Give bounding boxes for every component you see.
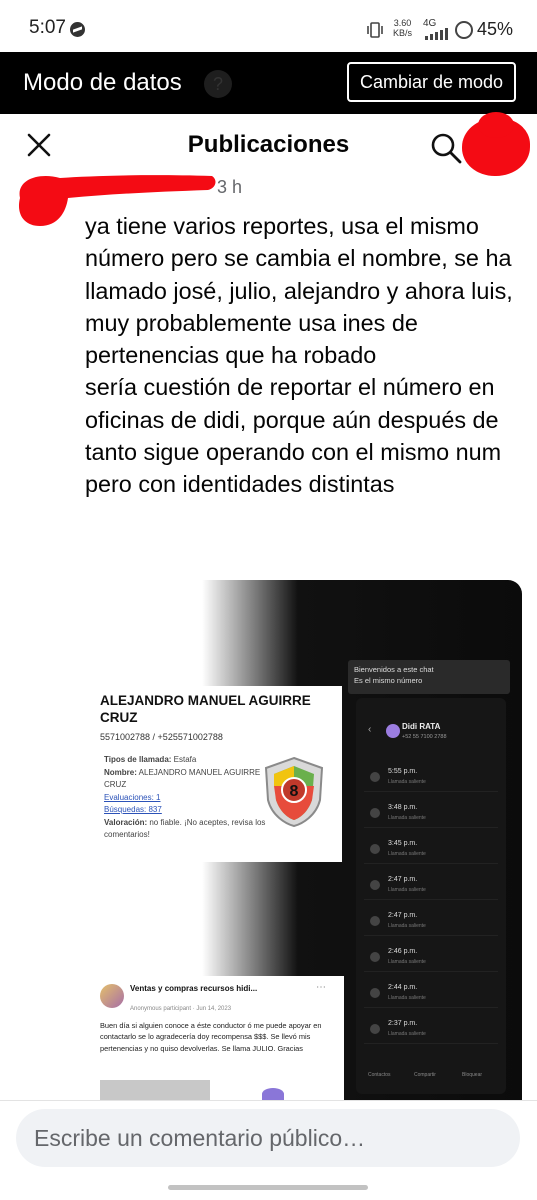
call-time: 2:47 p.m. [388,912,418,919]
caller-phones: 5571002788 / +525571002788 [100,732,223,742]
score-shield-icon: 8 [264,756,324,828]
call-type: Llamada saliente [388,815,426,821]
image-thumbnail [262,1088,284,1100]
searches-link: Búsquedas: 837 [104,805,162,814]
search-icon[interactable] [430,132,462,164]
call-row: 2:47 p.m. Llamada saliente [364,908,498,936]
contact-name: Didi RATA [402,722,441,731]
group-avatar [100,984,124,1008]
call-time: 3:45 p.m. [388,840,418,847]
call-row: 2:47 p.m. Llamada saliente [364,872,498,900]
valuation-label: Valoración: [104,817,148,827]
call-time: 2:47 p.m. [388,876,418,883]
battery-level: 45% [477,19,514,39]
messenger-icon [70,22,85,37]
nav-share: Compartir [414,1072,436,1078]
help-icon[interactable]: ? [204,70,232,98]
call-type: Llamada saliente [388,1031,426,1037]
status-bar: 5:07 3.60 KB/s 4G 45% [0,0,537,52]
call-outgoing-icon [370,952,380,962]
call-row: 3:48 p.m. Llamada saliente [364,800,498,828]
comment-bar [0,1100,537,1200]
ratings-link: Evaluaciones: 1 [104,792,161,802]
post-body-text: ya tiene varios reportes, usa el mismo n… [85,213,513,498]
caller-details: Tipos de llamada: Estafa Nombre: ALEJAND… [104,754,269,842]
redaction-mark [462,112,530,176]
avatar [386,724,400,738]
post-meta: Anonymous participant · Jun 14, 2023 [130,1006,232,1012]
posts-header: Publicaciones [0,114,537,176]
network-speed-unit: KB/s [393,28,413,38]
call-row: 5:55 p.m. Llamada saliente [364,764,498,792]
back-arrow-icon: ‹ [368,724,372,735]
call-type: Estafa [173,755,197,764]
call-type: Llamada saliente [388,923,426,929]
call-outgoing-icon [370,988,380,998]
home-indicator[interactable] [168,1185,368,1190]
network-speed: 3.60 KB/s [393,18,412,38]
chat-bubble-text: Es el mismo número [354,676,423,685]
network-speed-value: 3.60 [393,18,412,28]
call-time: 3:48 p.m. [388,804,418,811]
vibrate-icon [367,22,383,38]
post-timestamp: 3 h [217,177,243,197]
call-outgoing-icon [370,1024,380,1034]
caller-id-card: ALEJANDRO MANUEL AGUIRRE CRUZ 5571002788… [92,686,342,862]
call-log-screenshot: ‹ Didi RATA +52 55 7100 2788 5:55 p.m. Ll… [356,698,506,1094]
phone-nav: Contactos Compartir Bloquear [356,1050,506,1094]
facebook-post-screenshot: Ventas y compras recursos hidi... ⋯ Anon… [92,976,344,1100]
group-name: Ventas y compras recursos hidi... [130,984,258,993]
image-thumbnail [100,1080,210,1100]
chat-bubble: Bienvenidos a este chat Es el mismo núme… [348,660,510,694]
call-outgoing-icon [370,844,380,854]
call-row: 2:37 p.m. Llamada saliente [364,1016,498,1044]
nav-contacts: Contactos [368,1072,391,1078]
call-outgoing-icon [370,772,380,782]
facebook-post-text: Buen día si alguien conoce a éste conduc… [100,1021,322,1053]
name-label: Nombre: [104,767,137,777]
call-time: 2:46 p.m. [388,948,418,955]
data-mode-title: Modo de datos [23,69,182,96]
call-time: 5:55 p.m. [388,768,418,775]
call-outgoing-icon [370,916,380,926]
nav-block: Bloquear [462,1072,483,1078]
comment-input[interactable] [16,1109,520,1167]
call-type: Llamada saliente [388,851,426,857]
caller-name: ALEJANDRO MANUEL AGUIRRE CRUZ [100,693,311,725]
call-type: Llamada saliente [388,779,426,785]
call-row: 2:44 p.m. Llamada saliente [364,980,498,1008]
call-type: Llamada saliente [388,959,426,965]
battery-icon [455,21,473,39]
switch-mode-button[interactable]: Cambiar de modo [347,62,516,102]
chat-bubble-header: Bienvenidos a este chat [354,665,434,674]
score-value: 8 [290,783,299,800]
contact-number: +52 55 7100 2788 [402,734,447,740]
call-time: 2:44 p.m. [388,984,418,991]
status-time: 5:07 [29,17,66,38]
post-image[interactable]: Bienvenidos a este chat Es el mismo núme… [84,580,522,1100]
call-type: Llamada saliente [388,887,426,893]
call-outgoing-icon [370,808,380,818]
post-text: ya tiene varios reportes, usa el mismo n… [85,210,525,501]
call-row: 2:46 p.m. Llamada saliente [364,944,498,972]
call-type-label: Tipos de llamada: [104,755,172,764]
more-options-icon: ⋯ [316,982,326,993]
signal-icon [425,28,448,40]
call-type: Llamada saliente [388,995,426,1001]
call-outgoing-icon [370,880,380,890]
call-time: 2:37 p.m. [388,1020,418,1027]
call-row: 3:45 p.m. Llamada saliente [364,836,498,864]
